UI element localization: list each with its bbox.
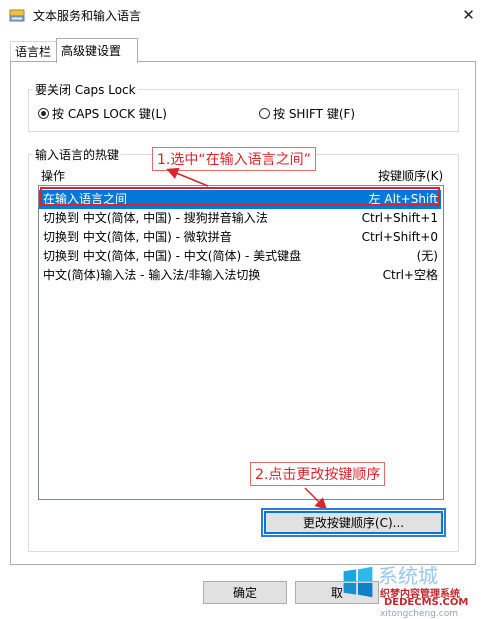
tab-advanced-key-settings[interactable]: 高级键设置 — [56, 38, 138, 63]
watermark-line3: DEDECMS.COM — [384, 597, 469, 608]
list-item[interactable]: 切换到 中文(简体, 中国) - 微软拼音 Ctrl+Shift+0 — [39, 228, 441, 247]
annotation-step-2: 2.点击更改按键顺序 — [250, 462, 386, 486]
radio-caps-lock-label: 按 CAPS LOCK 键(L) — [52, 107, 167, 121]
watermark-line4: xitongcheng.com — [380, 609, 458, 619]
ok-button[interactable]: 确定 — [203, 581, 287, 604]
column-header-keys: 按键顺序(K) — [378, 169, 444, 183]
hotkey-list[interactable]: 在输入语言之间 左 Alt+Shift 切换到 中文(简体, 中国) - 搜狗拼… — [38, 185, 444, 500]
change-key-sequence-button[interactable]: 更改按键顺序(C)... — [261, 508, 446, 537]
keyboard-icon — [9, 9, 25, 22]
window-title: 文本服务和输入语言 — [33, 9, 142, 23]
tab-language-bar[interactable]: 语言栏 — [10, 41, 62, 62]
column-header-action: 操作 — [41, 169, 66, 183]
radio-selected-icon — [38, 108, 49, 119]
list-item[interactable]: 切换到 中文(简体, 中国) - 中文(简体) - 美式键盘 (无) — [39, 247, 441, 266]
list-item[interactable]: 切换到 中文(简体, 中国) - 搜狗拼音输入法 Ctrl+Shift+1 — [39, 209, 441, 228]
list-item[interactable]: 中文(简体)输入法 - 输入法/非输入法切换 Ctrl+空格 — [39, 266, 441, 285]
watermark: 系统城 织梦内容管理系统 DEDECMS.COM xitongcheng.com — [340, 560, 485, 619]
radio-shift[interactable]: 按 SHIFT 键(F) — [259, 105, 355, 122]
close-icon[interactable]: ✕ — [452, 0, 485, 31]
radio-caps-lock[interactable]: 按 CAPS LOCK 键(L) — [38, 105, 167, 122]
windows-logo-icon — [343, 566, 373, 598]
annotation-highlight-frame — [40, 187, 440, 206]
radio-shift-label: 按 SHIFT 键(F) — [273, 107, 356, 121]
radio-unselected-icon — [259, 108, 270, 119]
annotation-step-1: 1.选中“在输入语言之间” — [152, 147, 316, 171]
hotkeys-legend: 输入语言的热键 — [33, 146, 122, 163]
title-bar: 文本服务和输入语言 ✕ — [0, 0, 485, 31]
caps-lock-legend: 要关闭 Caps Lock — [33, 81, 138, 98]
